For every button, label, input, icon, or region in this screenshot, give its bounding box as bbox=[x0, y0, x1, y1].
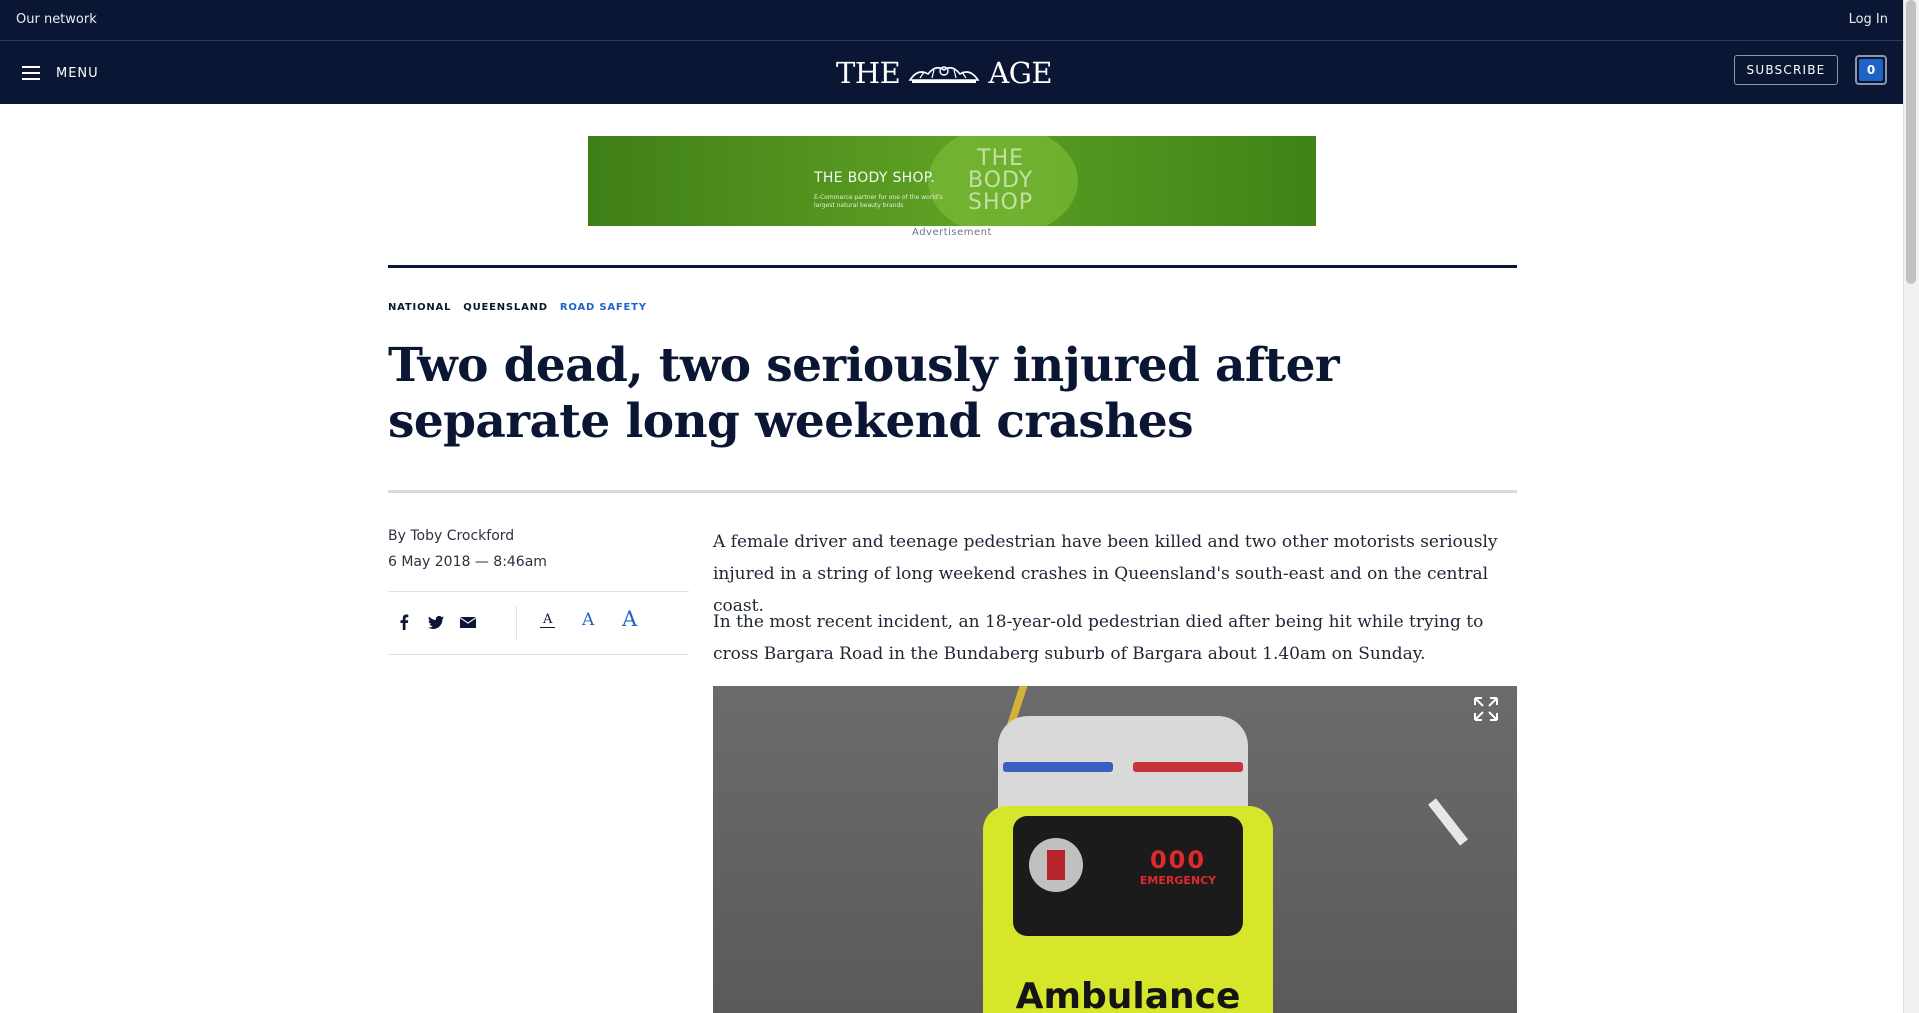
ad-banner[interactable]: THE BODY SHOP. E-Commerce partner for on… bbox=[588, 136, 1316, 226]
photo-road-marking bbox=[1428, 798, 1468, 846]
headline-divider bbox=[388, 490, 1517, 493]
section-divider bbox=[388, 265, 1517, 268]
tag-queensland[interactable]: QUEENSLAND bbox=[463, 302, 548, 313]
article-photo[interactable]: 000 EMERGENCY Ambulance bbox=[713, 686, 1517, 1013]
logo-text-left: THE bbox=[836, 56, 901, 90]
site-header: MENU THE AGE SUBSCRIBE 0 bbox=[0, 41, 1904, 104]
email-icon bbox=[460, 616, 476, 628]
photo-emergency-label: EMERGENCY bbox=[1139, 874, 1217, 887]
tag-national[interactable]: NATIONAL bbox=[388, 302, 451, 313]
photo-van-light-blue bbox=[1003, 762, 1113, 772]
font-size-small-button[interactable]: A bbox=[540, 612, 556, 628]
page-scrollbar[interactable] bbox=[1903, 0, 1919, 1013]
photo-van-light-red bbox=[1133, 762, 1243, 772]
article-tags: NATIONAL QUEENSLAND ROAD SAFETY bbox=[388, 302, 647, 313]
facebook-icon bbox=[400, 614, 409, 630]
ad-logo-text: THE BODY SHOP bbox=[968, 148, 1033, 214]
subscribe-button[interactable]: SUBSCRIBE bbox=[1734, 55, 1838, 85]
article-counter-value: 0 bbox=[1859, 59, 1883, 81]
ad-brand: THE BODY SHOP. bbox=[814, 170, 936, 186]
network-bar: Our network Log In bbox=[0, 0, 1904, 41]
ad-label: Advertisement bbox=[912, 227, 992, 238]
font-size-medium-button[interactable]: A bbox=[582, 610, 594, 630]
article-tools: A A A bbox=[388, 591, 689, 655]
article-counter[interactable]: 0 bbox=[1855, 55, 1887, 85]
twitter-icon bbox=[428, 615, 444, 629]
photo-emergency-sign: 000 EMERGENCY bbox=[1133, 846, 1223, 887]
article-headline: Two dead, two seriously injured after se… bbox=[388, 338, 1340, 449]
expand-icon bbox=[1474, 697, 1498, 721]
photo-van-text: Ambulance bbox=[1015, 976, 1241, 1013]
photo-emergency-number: 000 bbox=[1149, 846, 1207, 874]
menu-icon bbox=[22, 66, 40, 80]
author-byline[interactable]: By Toby Crockford bbox=[388, 528, 514, 544]
ad-logo-line: THE bbox=[977, 146, 1025, 171]
share-email-button[interactable] bbox=[456, 610, 480, 634]
expand-photo-button[interactable] bbox=[1473, 696, 1499, 722]
menu-label: MENU bbox=[56, 65, 99, 81]
tools-divider bbox=[516, 606, 517, 640]
article-paragraph: In the most recent incident, an 18-year-… bbox=[713, 612, 1484, 664]
photo-ambulance-badge bbox=[1029, 838, 1083, 892]
our-network-link[interactable]: Our network bbox=[16, 12, 97, 27]
share-twitter-button[interactable] bbox=[424, 610, 448, 634]
ad-logo-line: SHOP bbox=[968, 190, 1034, 215]
tag-road-safety[interactable]: ROAD SAFETY bbox=[560, 302, 647, 313]
site-logo[interactable]: THE AGE bbox=[836, 55, 1066, 91]
logo-text-right: AGE bbox=[988, 56, 1053, 90]
publish-date: 6 May 2018 — 8:46am bbox=[388, 554, 547, 570]
scrollbar-thumb[interactable] bbox=[1906, 0, 1916, 284]
share-facebook-button[interactable] bbox=[392, 610, 416, 634]
ad-logo-line: BODY bbox=[968, 168, 1034, 193]
menu-button[interactable]: MENU bbox=[22, 63, 99, 83]
ad-tagline: E-Commerce partner for one of the world'… bbox=[814, 194, 943, 209]
login-link[interactable]: Log In bbox=[1849, 12, 1888, 27]
crest-icon bbox=[908, 66, 980, 83]
font-size-large-button[interactable]: A bbox=[622, 607, 637, 631]
